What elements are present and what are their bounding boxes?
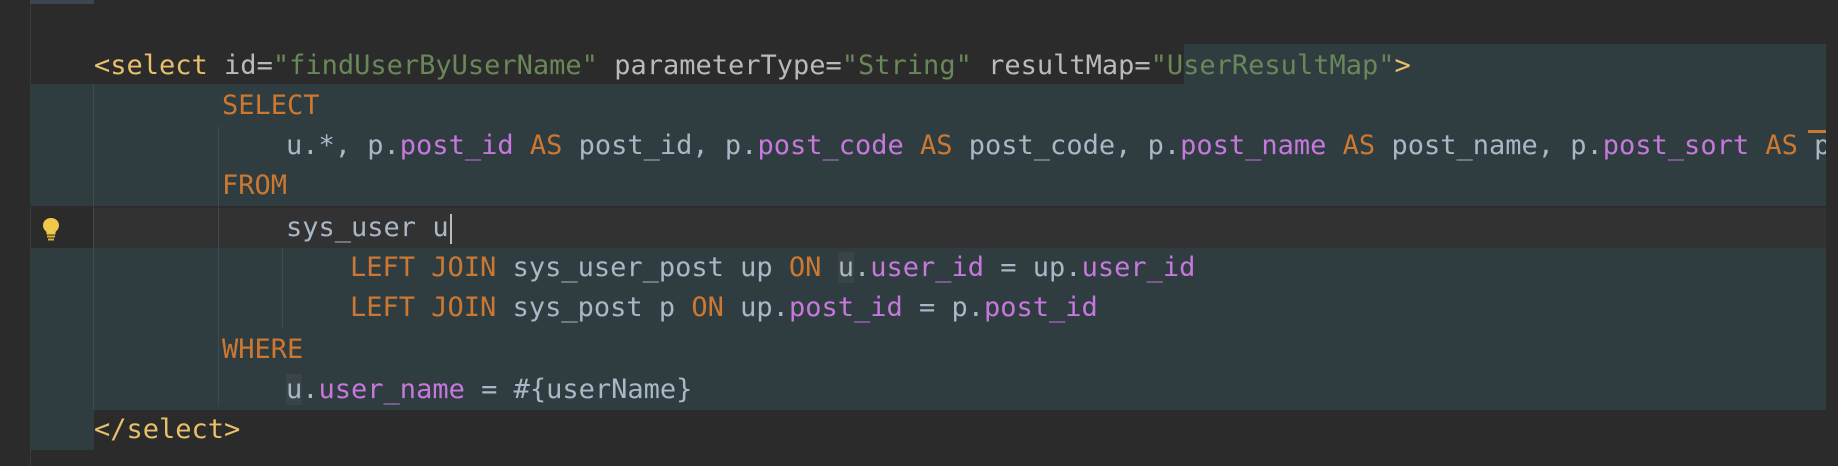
sql-keyword-on: ON — [788, 252, 838, 283]
code-line-8[interactable]: WHERE — [222, 330, 303, 370]
sql-keyword-left-join: LEFT JOIN — [350, 292, 513, 323]
indent-guide — [218, 126, 219, 406]
sql-keyword-where: WHERE — [222, 334, 304, 365]
code-line-2[interactable]: SELECT — [222, 86, 320, 126]
code-line-4[interactable]: FROM — [222, 166, 287, 206]
code-line-6[interactable]: LEFT JOIN sys_user_post up ON u.user_id … — [350, 248, 1195, 288]
editor-gutter[interactable] — [0, 0, 31, 466]
sql-text: post_code, p. — [968, 130, 1181, 161]
sql-text: post_name, p. — [1391, 130, 1603, 161]
attr-name-result-map: resultMap= — [971, 50, 1151, 81]
sql-text: up. — [740, 292, 789, 323]
sql-column: user_name — [318, 374, 465, 405]
lightbulb-icon[interactable] — [41, 216, 61, 242]
xml-close-tag: </select> — [94, 414, 241, 445]
attr-value-parameter-type: "String" — [841, 50, 972, 81]
code-line-10[interactable]: </select> — [94, 410, 240, 450]
indent-guide — [93, 84, 94, 410]
code-line-5[interactable]: sys_user u — [286, 208, 452, 248]
code-line-7[interactable]: LEFT JOIN sys_post p ON up.post_id = p.p… — [350, 288, 1098, 328]
attr-value-result-map: "UserResultMap" — [1150, 50, 1395, 81]
sql-text: . — [853, 252, 871, 283]
error-stripe-marker[interactable] — [1808, 130, 1828, 133]
xml-tag-close-bracket: > — [1394, 50, 1411, 81]
sql-alias: u — [286, 374, 303, 405]
sql-column: post_id — [399, 130, 514, 161]
sql-keyword-as: AS — [903, 130, 969, 161]
text-caret — [449, 213, 452, 244]
sql-column: post_name — [1180, 130, 1327, 161]
sql-keyword-as: AS — [1326, 130, 1392, 161]
sql-text: = up. — [984, 252, 1082, 283]
sql-text: sys_user_post up — [512, 252, 789, 283]
indent-guide — [282, 248, 283, 328]
sql-text: post_id, p. — [578, 130, 758, 161]
attr-value-id: "findUserByUserName" — [272, 50, 598, 81]
sql-text: sys_post p — [512, 292, 692, 323]
sql-text: = #{userName} — [464, 374, 693, 405]
sql-column: user_id — [870, 252, 985, 283]
injected-language-region — [30, 410, 94, 450]
sql-keyword-select: SELECT — [222, 90, 320, 121]
attr-name-parameter-type: parameterType= — [597, 50, 842, 81]
right-scroll-edge[interactable] — [1826, 0, 1838, 466]
sql-column: post_sort — [1602, 130, 1750, 161]
sql-keyword-from: FROM — [222, 170, 288, 201]
sql-text: = p. — [902, 292, 985, 323]
code-line-3[interactable]: u.*, p.post_id AS post_id, p.post_code A… — [286, 126, 1838, 166]
sql-text: u.*, p. — [286, 130, 400, 161]
sql-keyword-as: AS — [513, 130, 579, 161]
sql-alias: u — [432, 212, 449, 243]
sql-keyword-on: ON — [691, 292, 741, 323]
attr-name-id: id= — [207, 50, 273, 81]
sql-text: . — [302, 374, 319, 405]
sql-column: post_id — [984, 292, 1098, 323]
sql-text: sys_user — [286, 212, 433, 243]
code-line-1[interactable]: <select id="findUserByUserName" paramete… — [94, 46, 1411, 86]
code-line-9[interactable]: u.user_name = #{userName} — [286, 370, 692, 410]
sql-column: post_code — [757, 130, 904, 161]
sql-keyword-left-join: LEFT JOIN — [350, 252, 513, 283]
sql-column: user_id — [1081, 252, 1196, 283]
fold-region-marker — [30, 0, 94, 4]
sql-alias: u — [837, 252, 854, 283]
sql-keyword-as: AS — [1749, 130, 1815, 161]
code-editor[interactable]: <select id="findUserByUserName" paramete… — [0, 0, 1838, 466]
xml-open-tag: <select — [94, 50, 208, 81]
sql-column: post_id — [788, 292, 903, 323]
